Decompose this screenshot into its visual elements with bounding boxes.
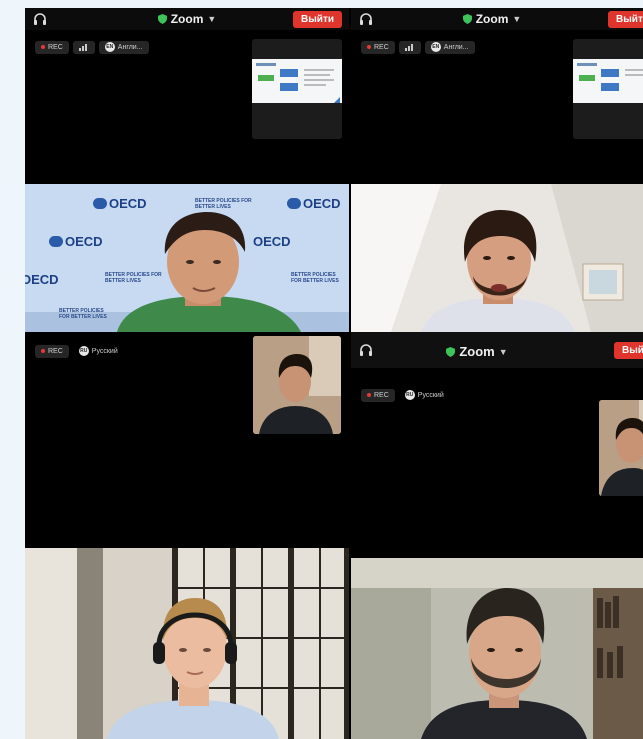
zoom-top-bar: Zoom▼ Выйти [351, 8, 643, 30]
slide-preview [573, 59, 643, 103]
zoom-title-text: Zoom [475, 12, 509, 26]
status-pills: REC RU Русский [361, 388, 450, 402]
zoom-title-text: Zoom [170, 12, 204, 26]
room-scene [351, 558, 643, 739]
rec-dot-icon [41, 45, 45, 49]
zoom-screen-top-left: Zoom ▼ Выйти REC EN Англи... [25, 8, 349, 184]
status-pills: REC EN Англи... [35, 40, 149, 54]
shared-screen-thumbnail[interactable] [573, 39, 643, 139]
recording-indicator: REC [361, 388, 395, 402]
self-view-person [253, 336, 341, 434]
speaker-video-oecd: OECD OECD OECD OECD OECD BETTER POLICIES… [25, 184, 349, 332]
language-badge-icon: RU [78, 346, 89, 356]
leave-button[interactable]: Выйти [614, 342, 643, 359]
leave-button[interactable]: Выйти [293, 11, 342, 28]
signal-bars-icon [404, 44, 413, 51]
language-selector[interactable]: EN Англи... [424, 40, 475, 54]
language-badge-icon: RU [404, 390, 415, 400]
language-badge-icon: EN [430, 42, 441, 52]
recording-indicator: REC [35, 40, 69, 54]
self-view-thumbnail[interactable] [599, 400, 643, 496]
rec-label: REC [48, 43, 63, 51]
chevron-down-icon: ▼ [207, 14, 217, 24]
video-call-collage: Zoom ▼ Выйти REC EN Англи... Zoom ▼ Выйт… [25, 8, 643, 739]
language-selector[interactable]: RU Русский [399, 389, 450, 402]
status-pills: REC RU Русский [35, 344, 124, 358]
language-selector[interactable]: RU Русский [73, 345, 124, 358]
shared-screen-thumbnail[interactable] [252, 39, 342, 139]
zoom-title[interactable]: Zoom ▼ [351, 12, 643, 26]
chevron-down-icon: ▼ [512, 14, 522, 24]
recording-indicator: REC [361, 40, 395, 54]
zoom-screen-lower-left: REC RU Русский [25, 332, 349, 548]
language-label: Русский [417, 391, 444, 399]
language-badge-icon: EN [104, 42, 115, 52]
status-pills: REC EN Англи... [361, 40, 475, 54]
rec-label: REC [48, 347, 63, 355]
shield-icon [462, 14, 472, 24]
slide-preview [252, 59, 342, 103]
zoom-top-bar: Zoom▼ Выйти [25, 8, 349, 30]
zoom-screen-top-right: Zoom▼ Выйти REC ENАнгли... [351, 8, 643, 184]
leave-button[interactable]: Выйти [608, 11, 643, 28]
zoom-top-bar: Zoom▼ Выйти [351, 332, 643, 368]
shield-icon [446, 347, 456, 357]
recording-indicator: REC [35, 344, 69, 358]
self-view-person [599, 400, 643, 496]
language-label: Русский [91, 347, 118, 355]
self-view-thumbnail[interactable] [253, 336, 341, 434]
speaker-video-room [351, 184, 643, 332]
language-selector[interactable]: EN Англи... [98, 40, 149, 54]
rec-label: REC [374, 391, 389, 399]
rec-label: REC [374, 43, 389, 51]
speaker-video-bookshelf [351, 558, 643, 739]
language-label: Англи... [443, 43, 469, 51]
rec-dot-icon [367, 393, 371, 397]
room-scene [25, 548, 349, 739]
zoom-screen-lower-right: Zoom▼ Выйти REC RUРусский [351, 332, 643, 558]
signal-indicator [72, 40, 95, 54]
speaker-video-headset [25, 548, 349, 739]
room-scene [351, 184, 643, 332]
signal-bars-icon [78, 44, 87, 51]
zoom-title-text: Zoom [459, 344, 495, 359]
shield-icon [157, 14, 167, 24]
language-label: Англи... [117, 43, 143, 51]
rec-dot-icon [41, 349, 45, 353]
chevron-down-icon: ▼ [498, 347, 508, 357]
signal-indicator [398, 40, 421, 54]
rec-dot-icon [367, 45, 371, 49]
zoom-title[interactable]: Zoom ▼ [351, 344, 643, 359]
speaker-silhouette [117, 212, 301, 332]
